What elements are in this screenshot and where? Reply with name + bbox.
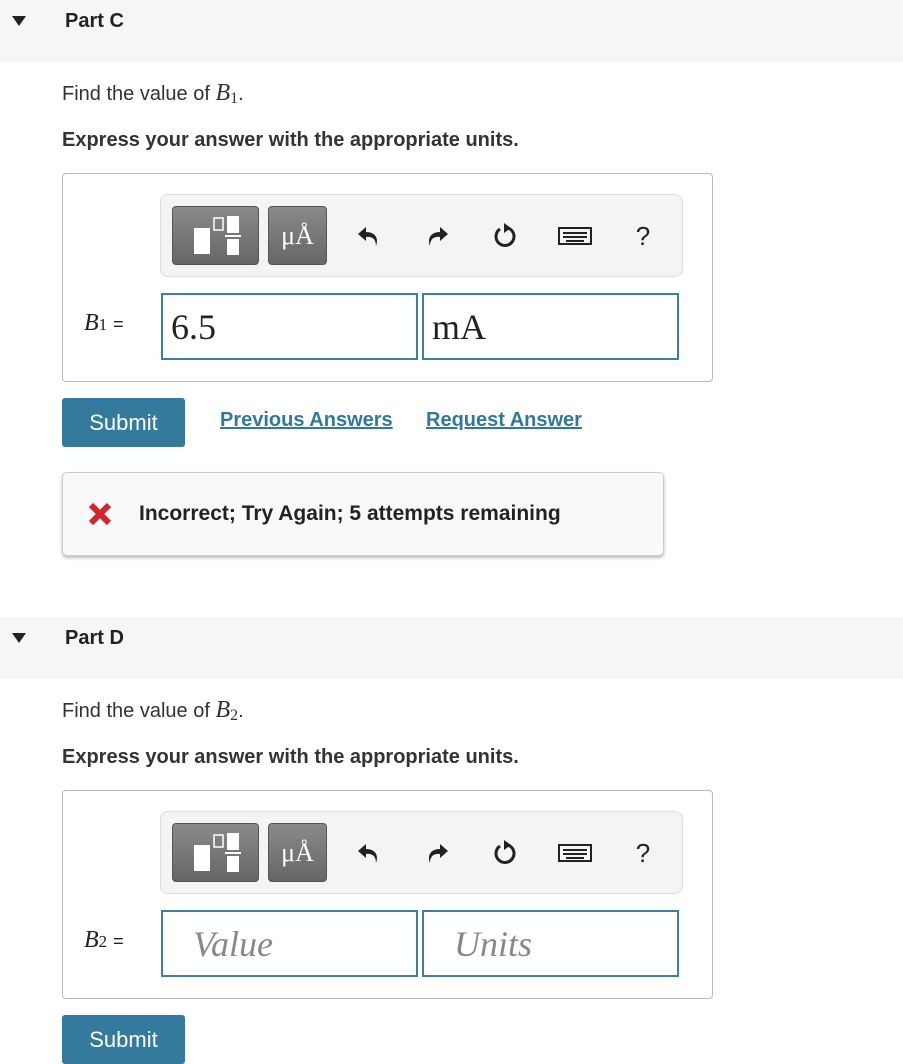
answer-label: B2 =	[84, 927, 124, 953]
question-text: Find the value of B1.	[62, 80, 244, 107]
undo-icon[interactable]	[351, 218, 387, 254]
variable: B2	[215, 697, 239, 724]
reset-icon[interactable]	[487, 218, 523, 254]
instruction-text: Express your answer with the appropriate…	[62, 746, 519, 768]
submit-button[interactable]: Submit	[62, 398, 185, 447]
units-button[interactable]: μÅ	[268, 206, 327, 265]
units-button[interactable]: μÅ	[268, 823, 327, 882]
keyboard-icon[interactable]	[557, 218, 593, 254]
feedback-box: Incorrect; Try Again; 5 attempts remaini…	[62, 472, 664, 556]
help-icon[interactable]: ?	[625, 218, 661, 254]
templates-button[interactable]	[172, 206, 259, 265]
templates-button[interactable]	[172, 823, 259, 882]
redo-icon[interactable]	[419, 218, 455, 254]
x-icon	[88, 502, 112, 526]
collapse-triangle-icon[interactable]	[12, 16, 26, 26]
value-input[interactable]	[161, 293, 418, 360]
collapse-triangle-icon[interactable]	[12, 633, 26, 643]
templates-icon	[193, 215, 241, 255]
instruction-text: Express your answer with the appropriate…	[62, 129, 519, 151]
help-icon[interactable]: ?	[625, 835, 661, 871]
variable: B1	[215, 80, 239, 107]
units-input[interactable]	[422, 910, 679, 977]
keyboard-icon[interactable]	[557, 835, 593, 871]
units-input[interactable]	[422, 293, 679, 360]
reset-icon[interactable]	[487, 835, 523, 871]
previous-answers-link[interactable]: Previous Answers	[220, 409, 393, 432]
value-input[interactable]	[161, 910, 418, 977]
feedback-message: Incorrect; Try Again; 5 attempts remaini…	[139, 502, 561, 525]
part-header[interactable]: Part C	[0, 0, 903, 62]
part-title: Part C	[65, 10, 124, 32]
question-text: Find the value of B2.	[62, 697, 244, 724]
request-answer-link[interactable]: Request Answer	[426, 409, 582, 432]
submit-button[interactable]: Submit	[62, 1015, 185, 1064]
part-title: Part D	[65, 627, 124, 649]
templates-icon	[193, 832, 241, 872]
answer-label: B1 =	[84, 310, 124, 336]
part-header[interactable]: Part D	[0, 617, 903, 679]
redo-icon[interactable]	[419, 835, 455, 871]
undo-icon[interactable]	[351, 835, 387, 871]
